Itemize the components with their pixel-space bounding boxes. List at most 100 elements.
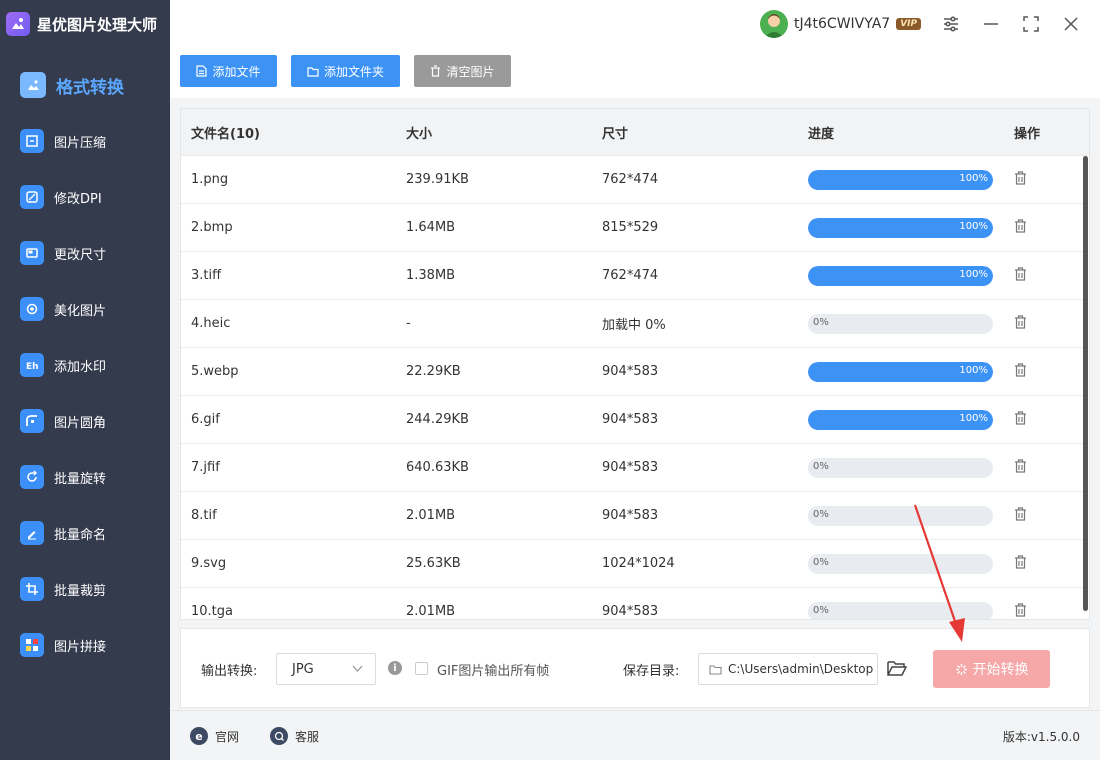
trash-icon bbox=[431, 65, 441, 77]
sidebar-item-9[interactable]: 批量裁剪 bbox=[0, 561, 170, 617]
progress-text: 100% bbox=[959, 220, 988, 232]
sidebar-item-3[interactable]: 更改尺寸 bbox=[0, 225, 170, 281]
crop-icon bbox=[20, 577, 44, 601]
table-row[interactable]: 2.bmp 1.64MB 815*529 100% bbox=[181, 204, 1083, 252]
table-row[interactable]: 6.gif 244.29KB 904*583 100% bbox=[181, 396, 1083, 444]
sidebar-item-2[interactable]: 修改DPI bbox=[0, 169, 170, 225]
user-info[interactable]: tJ4t6CWIVYA7 VIP bbox=[760, 10, 922, 38]
file-dimensions: 904*583 bbox=[602, 460, 659, 475]
svg-text:Eh: Eh bbox=[26, 362, 39, 372]
username: tJ4t6CWIVYA7 bbox=[794, 16, 891, 32]
info-icon[interactable]: i bbox=[388, 661, 402, 675]
avatar[interactable] bbox=[760, 10, 788, 38]
progress-text: 0% bbox=[813, 556, 829, 568]
file-size: 1.64MB bbox=[406, 220, 456, 235]
sidebar-item-label: 图片压缩 bbox=[54, 135, 107, 151]
file-size: 244.29KB bbox=[406, 412, 469, 427]
watermark-icon: Eh bbox=[20, 353, 44, 377]
delete-icon[interactable] bbox=[1014, 170, 1027, 189]
sidebar-item-label: 修改DPI bbox=[54, 191, 102, 207]
toolbar: 添加文件 添加文件夹 清空图片 bbox=[170, 48, 1100, 98]
add-file-button[interactable]: 添加文件 bbox=[180, 55, 277, 87]
table-row[interactable]: 4.heic - 加载中 0% 0% bbox=[181, 300, 1083, 348]
compress-icon bbox=[20, 129, 44, 153]
sidebar-item-7[interactable]: 批量旋转 bbox=[0, 449, 170, 505]
customer-service-label: 客服 bbox=[295, 729, 320, 744]
sidebar-item-label: 格式转换 bbox=[56, 77, 124, 98]
delete-icon[interactable] bbox=[1014, 602, 1027, 620]
output-format-label: 输出转换: bbox=[201, 664, 258, 679]
website-link[interactable]: e 官网 bbox=[190, 727, 239, 745]
scrollbar[interactable] bbox=[1083, 156, 1088, 611]
progress-text: 0% bbox=[813, 460, 829, 472]
maximize-icon[interactable] bbox=[1020, 13, 1042, 35]
file-icon bbox=[196, 65, 208, 77]
dpi-icon bbox=[20, 185, 44, 209]
progress-bar: 100% bbox=[808, 361, 993, 382]
resize-icon bbox=[20, 241, 44, 265]
save-path-input[interactable]: C:\Users\admin\Desktop bbox=[698, 653, 878, 685]
sidebar-item-0[interactable]: 格式转换 bbox=[0, 57, 170, 113]
file-size: 2.01MB bbox=[406, 604, 456, 619]
delete-icon[interactable] bbox=[1014, 218, 1027, 237]
file-dimensions: 762*474 bbox=[602, 172, 659, 187]
progress-text: 0% bbox=[813, 604, 829, 616]
file-name: 4.heic bbox=[191, 316, 231, 331]
header-size: 大小 bbox=[406, 126, 433, 142]
header-actions: 操作 bbox=[1014, 126, 1041, 142]
delete-icon[interactable] bbox=[1014, 554, 1027, 573]
table-row[interactable]: 1.png 239.91KB 762*474 100% bbox=[181, 156, 1083, 204]
browse-folder-icon[interactable] bbox=[887, 659, 908, 677]
progress-text: 100% bbox=[959, 364, 988, 376]
delete-icon[interactable] bbox=[1014, 314, 1027, 333]
file-size: - bbox=[406, 316, 411, 331]
delete-icon[interactable] bbox=[1014, 362, 1027, 381]
stitch-icon bbox=[20, 633, 44, 657]
customer-service-link[interactable]: 客服 bbox=[270, 727, 319, 745]
spinner-icon bbox=[955, 663, 967, 675]
file-dimensions: 904*583 bbox=[602, 508, 659, 523]
progress-bar: 100% bbox=[808, 217, 993, 238]
delete-icon[interactable] bbox=[1014, 458, 1027, 477]
gif-all-frames-checkbox[interactable] bbox=[415, 662, 428, 675]
progress-text: 100% bbox=[959, 412, 988, 424]
file-size: 640.63KB bbox=[406, 460, 469, 475]
sidebar-item-label: 图片圆角 bbox=[54, 415, 107, 431]
table-row[interactable]: 5.webp 22.29KB 904*583 100% bbox=[181, 348, 1083, 396]
sidebar-item-10[interactable]: 图片拼接 bbox=[0, 617, 170, 673]
delete-icon[interactable] bbox=[1014, 266, 1027, 285]
clear-images-button[interactable]: 清空图片 bbox=[414, 55, 511, 87]
footer: e 官网 客服 版本:v1.5.0.0 bbox=[170, 710, 1100, 760]
delete-icon[interactable] bbox=[1014, 506, 1027, 525]
file-name: 1.png bbox=[191, 172, 229, 187]
header-dimensions: 尺寸 bbox=[602, 126, 629, 142]
add-folder-button[interactable]: 添加文件夹 bbox=[291, 55, 400, 87]
file-dimensions: 904*583 bbox=[602, 604, 659, 619]
delete-icon[interactable] bbox=[1014, 410, 1027, 429]
progress-text: 100% bbox=[959, 172, 988, 184]
sidebar-item-1[interactable]: 图片压缩 bbox=[0, 113, 170, 169]
close-icon[interactable] bbox=[1060, 13, 1082, 35]
sidebar-item-4[interactable]: 美化图片 bbox=[0, 281, 170, 337]
file-size: 239.91KB bbox=[406, 172, 469, 187]
sidebar-item-5[interactable]: Eh 添加水印 bbox=[0, 337, 170, 393]
format-value: JPG bbox=[292, 661, 314, 677]
sidebar-item-label: 图片拼接 bbox=[54, 639, 107, 655]
format-select[interactable]: JPG bbox=[276, 653, 376, 685]
file-dimensions: 762*474 bbox=[602, 268, 659, 283]
sidebar-nav: 格式转换图片压缩修改DPI 更改尺寸 美化图片 Eh 添加水印图片圆角批量旋转批量命名批… bbox=[0, 57, 170, 673]
table-row[interactable]: 7.jfif 640.63KB 904*583 0% bbox=[181, 444, 1083, 492]
minimize-icon[interactable] bbox=[980, 13, 1002, 35]
start-convert-button[interactable]: 开始转换 bbox=[933, 650, 1050, 688]
sidebar-item-label: 批量命名 bbox=[54, 527, 107, 543]
file-size: 2.01MB bbox=[406, 508, 456, 523]
sidebar-item-6[interactable]: 图片圆角 bbox=[0, 393, 170, 449]
file-name: 9.svg bbox=[191, 556, 227, 571]
start-convert-label: 开始转换 bbox=[972, 662, 1029, 678]
annotation-arrow bbox=[913, 504, 965, 642]
sidebar-item-8[interactable]: 批量命名 bbox=[0, 505, 170, 561]
table-row[interactable]: 3.tiff 1.38MB 762*474 100% bbox=[181, 252, 1083, 300]
settings-icon[interactable] bbox=[940, 13, 962, 35]
progress-bar: 100% bbox=[808, 409, 993, 430]
website-label: 官网 bbox=[215, 729, 240, 744]
